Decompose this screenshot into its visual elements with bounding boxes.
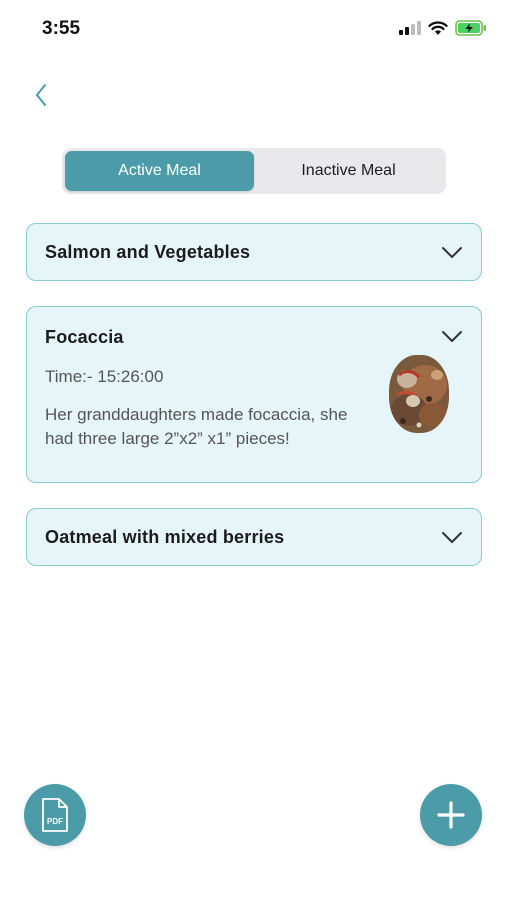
add-meal-button[interactable] bbox=[420, 784, 482, 846]
wifi-icon bbox=[428, 20, 448, 35]
meal-description: Her granddaughters made focaccia, she ha… bbox=[45, 405, 348, 448]
status-icons bbox=[399, 20, 487, 36]
chevron-down-icon[interactable] bbox=[441, 246, 463, 260]
meal-title: Oatmeal with mixed berries bbox=[45, 527, 285, 547]
chevron-left-icon bbox=[36, 84, 46, 106]
back-button[interactable] bbox=[24, 78, 58, 112]
meal-title: Salmon and Vegetables bbox=[45, 242, 251, 262]
status-bar: 3:55 bbox=[0, 0, 507, 58]
chevron-down-icon[interactable] bbox=[441, 531, 463, 545]
meal-card-salmon[interactable]: Salmon and Vegetables bbox=[26, 223, 482, 281]
battery-charging-icon bbox=[455, 20, 486, 36]
chevron-down-icon[interactable] bbox=[441, 330, 463, 344]
meal-time: Time:- 15:26:00 bbox=[45, 367, 164, 386]
tab-inactive-meal[interactable]: Inactive Meal bbox=[254, 151, 443, 191]
focaccia-photo-image bbox=[389, 355, 449, 433]
meal-title: Focaccia bbox=[45, 327, 124, 347]
pdf-file-icon: PDF bbox=[42, 798, 68, 832]
meal-card-oatmeal[interactable]: Oatmeal with mixed berries bbox=[26, 508, 482, 566]
meal-card-focaccia[interactable]: Focaccia Time:- 15:26:00 Her granddaught… bbox=[26, 306, 482, 483]
plus-icon bbox=[437, 801, 465, 829]
meal-photo[interactable] bbox=[389, 355, 449, 433]
tab-active-meal[interactable]: Active Meal bbox=[65, 151, 254, 191]
status-time: 3:55 bbox=[42, 18, 81, 39]
meal-list-screen: 3:55 Active Meal Inactive Meal Salmon an… bbox=[0, 0, 507, 900]
export-pdf-button[interactable]: PDF bbox=[24, 784, 86, 846]
meal-status-segmented-control: Active Meal Inactive Meal bbox=[62, 148, 446, 194]
cellular-signal-icon bbox=[399, 21, 421, 35]
pdf-icon-text: PDF bbox=[47, 817, 63, 826]
